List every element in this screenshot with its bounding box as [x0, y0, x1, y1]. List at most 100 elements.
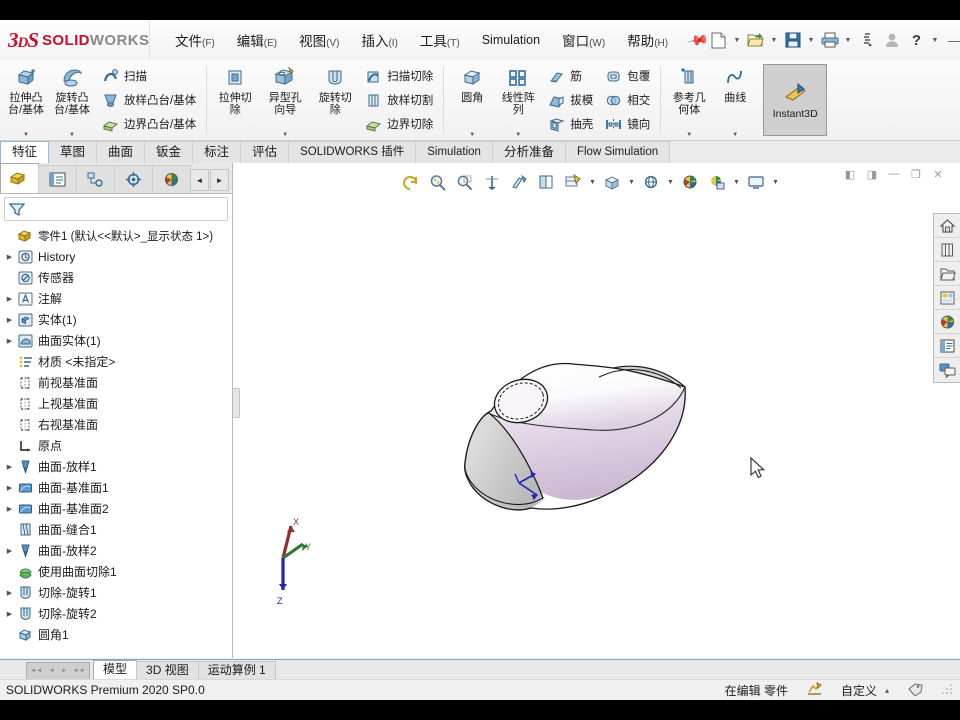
shell-button[interactable]: 抽壳: [543, 112, 596, 136]
document-tab-1[interactable]: 3D 视图: [136, 661, 199, 680]
command-tab-8[interactable]: 分析准备: [491, 141, 566, 163]
save-document-dropdown[interactable]: ▼: [806, 37, 817, 44]
tree-node[interactable]: 使用曲面切除1: [3, 561, 232, 582]
scroll-left-button[interactable]: ◄: [190, 169, 209, 191]
revolved-boss-button[interactable]: 旋转凸 台/基体 ▼: [49, 60, 95, 140]
hole-wizard-dropdown[interactable]: ▼: [282, 132, 288, 140]
command-tab-1[interactable]: 草图: [48, 141, 98, 163]
menu-item-3[interactable]: 插入(I): [350, 26, 408, 54]
hole-wizard-button[interactable]: 异型孔 向导 ▼: [258, 60, 312, 140]
lofted-cut-button[interactable]: 放样切割: [360, 88, 436, 112]
boundary-cut-button[interactable]: 边界切除: [360, 112, 436, 136]
solidworks-logo[interactable]: 3DS SOLIDWORKS: [0, 20, 150, 60]
file-explorer-button[interactable]: [934, 262, 960, 286]
extruded-cut-button[interactable]: 拉伸切除: [212, 60, 258, 140]
resize-grip-icon[interactable]: [942, 684, 954, 696]
tree-expand-arrow[interactable]: ▶: [3, 337, 16, 345]
tree-root-node[interactable]: 零件1 (默认<<默认>_显示状态 1>): [3, 225, 232, 246]
open-document-dropdown[interactable]: ▼: [769, 37, 780, 44]
minimize-window-button[interactable]: —: [942, 27, 960, 53]
extruded-boss-dropdown[interactable]: ▼: [23, 132, 29, 140]
design-library-button[interactable]: [934, 238, 960, 262]
wrap-button[interactable]: 包覆: [600, 64, 653, 88]
feature-tree-filter[interactable]: [4, 197, 228, 221]
sw-forum-button[interactable]: [934, 358, 960, 382]
tree-expand-arrow[interactable]: ▶: [3, 505, 16, 513]
tree-expand-arrow[interactable]: ▶: [3, 484, 16, 492]
revolved-boss-dropdown[interactable]: ▼: [69, 132, 75, 140]
menu-item-5[interactable]: Simulation: [471, 29, 551, 51]
menu-item-2[interactable]: 视图(V): [288, 26, 350, 54]
menu-item-0[interactable]: 文件(F): [164, 26, 226, 54]
curves-dropdown[interactable]: ▼: [732, 132, 738, 140]
command-tab-7[interactable]: Simulation: [415, 141, 493, 163]
custom-label[interactable]: 自定义: [841, 682, 877, 699]
appearances-scenes-button[interactable]: [934, 310, 960, 334]
rebuild-warning-icon[interactable]: [806, 681, 823, 699]
graphics-area[interactable]: ◧ ◨ — ❐ ✕ ▼ ▼ ▼ ▼ ▼ X Y Z: [233, 163, 960, 658]
menu-item-6[interactable]: 窗口(W): [551, 26, 616, 54]
tree-node[interactable]: 传感器: [3, 267, 232, 288]
command-tab-0[interactable]: 特征: [0, 141, 50, 163]
configuration-manager-tab[interactable]: [76, 165, 115, 193]
tree-expand-arrow[interactable]: ▶: [3, 610, 16, 618]
tree-node[interactable]: 圆角1: [3, 624, 232, 645]
display-manager-tab[interactable]: [152, 165, 191, 193]
tree-node[interactable]: ▶ 曲面-基准面1: [3, 477, 232, 498]
draft-button[interactable]: 拔模: [543, 88, 596, 112]
dimxpert-manager-tab[interactable]: [114, 165, 153, 193]
tree-node[interactable]: ▶ 切除-旋转1: [3, 582, 232, 603]
tree-node[interactable]: 曲面-缝合1: [3, 519, 232, 540]
sw-resources-button[interactable]: [934, 214, 960, 238]
tree-node[interactable]: 右视基准面: [3, 414, 232, 435]
lofted-shell-body[interactable]: [464, 362, 686, 511]
boundary-boss-button[interactable]: 边界凸台/基体: [97, 112, 199, 136]
reference-geometry-button[interactable]: 参考几 何体 ▼: [666, 60, 712, 140]
tree-expand-arrow[interactable]: ▶: [3, 253, 16, 261]
tree-node[interactable]: 上视基准面: [3, 393, 232, 414]
save-document-button[interactable]: [781, 27, 805, 53]
document-tab-0[interactable]: 模型: [93, 660, 138, 680]
tree-expand-arrow[interactable]: ▶: [3, 295, 16, 303]
tree-node[interactable]: ▶ 曲面-放样2: [3, 540, 232, 561]
swept-cut-button[interactable]: 扫描切除: [360, 64, 436, 88]
tree-node[interactable]: ▶ 实体(1): [3, 309, 232, 330]
custom-caret-icon[interactable]: ▴: [885, 686, 889, 695]
fillet-button[interactable]: 圆角 ▼: [449, 60, 495, 140]
open-document-button[interactable]: [744, 27, 768, 53]
rib-button[interactable]: 筋: [543, 64, 596, 88]
lofted-boss-button[interactable]: 放样凸台/基体: [97, 88, 199, 112]
tab-navigation-arrows[interactable]: ◄◄ ◄ ► ►►: [26, 662, 90, 680]
command-tab-4[interactable]: 标注: [192, 141, 242, 163]
new-document-dropdown[interactable]: ▼: [732, 37, 743, 44]
tree-node[interactable]: ▶ 切除-旋转2: [3, 603, 232, 624]
document-tab-2[interactable]: 运动算例 1: [197, 661, 276, 680]
feature-manager-tab[interactable]: [0, 163, 39, 193]
tree-node[interactable]: 前视基准面: [3, 372, 232, 393]
tree-node[interactable]: 材质 <未指定>: [3, 351, 232, 372]
options-button[interactable]: [855, 27, 879, 53]
tree-expand-arrow[interactable]: ▶: [3, 463, 16, 471]
reference-geometry-dropdown[interactable]: ▼: [686, 132, 692, 140]
property-manager-tab[interactable]: [38, 165, 77, 193]
help-dropdown[interactable]: ▼: [930, 37, 941, 44]
extruded-boss-button[interactable]: 拉伸凸 台/基体 ▼: [3, 60, 49, 140]
fillet-dropdown[interactable]: ▼: [469, 132, 475, 140]
custom-properties-button[interactable]: [934, 334, 960, 358]
help-button[interactable]: ?: [905, 27, 929, 53]
instant3d-button[interactable]: Instant3D: [763, 64, 828, 136]
menu-item-1[interactable]: 编辑(E): [226, 26, 288, 54]
tree-node[interactable]: ▶ History: [3, 246, 232, 267]
print-dropdown[interactable]: ▼: [843, 37, 854, 44]
linear-pattern-button[interactable]: 线性阵列 ▼: [495, 60, 541, 140]
print-button[interactable]: [818, 27, 842, 53]
tree-node[interactable]: ▶ 注解: [3, 288, 232, 309]
tree-node[interactable]: 原点: [3, 435, 232, 456]
intersect-button[interactable]: 相交: [600, 88, 653, 112]
linear-pattern-dropdown[interactable]: ▼: [515, 132, 521, 140]
tags-icon[interactable]: [907, 681, 924, 699]
tree-node[interactable]: ▶ 曲面-放样1: [3, 456, 232, 477]
swept-boss-button[interactable]: 扫描: [97, 64, 199, 88]
command-tab-6[interactable]: SOLIDWORKS 插件: [288, 141, 417, 163]
tree-expand-arrow[interactable]: ▶: [3, 316, 16, 324]
